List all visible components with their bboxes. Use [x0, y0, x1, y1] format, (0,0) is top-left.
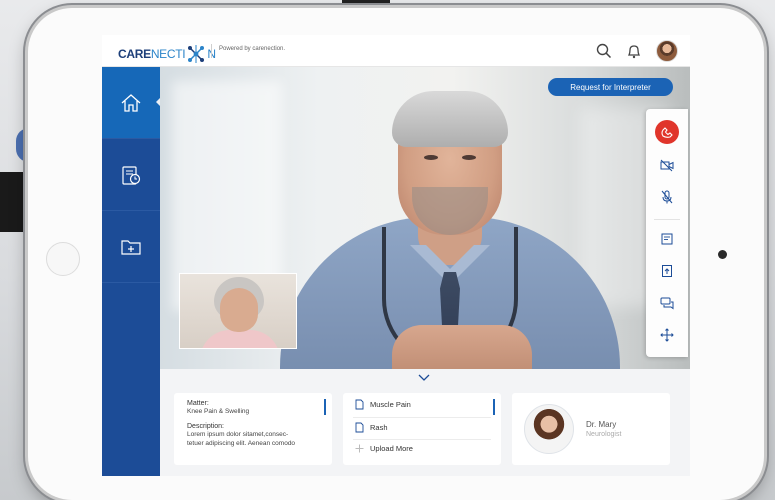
matter-scrollbar[interactable] [324, 399, 326, 415]
end-call-icon [661, 127, 673, 138]
doctor-name: Dr. Mary [586, 420, 617, 429]
chevron-down-icon[interactable] [418, 374, 430, 382]
doctor-left-eye [424, 155, 438, 160]
chat-button[interactable] [655, 291, 679, 315]
user-avatar[interactable] [656, 40, 678, 62]
expand-button[interactable] [655, 323, 679, 347]
plus-icon [355, 444, 364, 453]
folder-add-icon [121, 239, 141, 255]
notes-button[interactable] [655, 227, 679, 251]
documents-panel: Muscle Pain Rash Upload More [343, 393, 501, 465]
sidebar-item-records[interactable] [102, 211, 160, 283]
self-view-video[interactable] [179, 273, 297, 349]
doctor-avatar [524, 404, 574, 454]
document-icon [355, 399, 364, 410]
doctor-right-eye [462, 155, 476, 160]
document-icon [355, 422, 364, 433]
main-video-feed: Request for Interpreter [160, 67, 690, 369]
doctor-hands [392, 325, 532, 369]
sidebar-item-history[interactable] [102, 139, 160, 211]
document-divider [353, 417, 491, 418]
background-dark-strip [342, 0, 390, 8]
app-screen: CARE NECTI N Powered by carenection. [102, 35, 690, 476]
upload-more-label: Upload More [370, 444, 413, 453]
powered-by-text: Powered by carenection. [219, 46, 286, 52]
patient-body [200, 330, 280, 348]
doctor-hair [392, 91, 508, 147]
mic-toggle-button[interactable] [655, 185, 679, 209]
call-controls-panel [646, 109, 688, 357]
sidebar-item-home[interactable] [102, 67, 161, 139]
patient-face [220, 288, 258, 332]
logo-divider [211, 44, 212, 58]
documents-scrollbar[interactable] [493, 399, 495, 415]
mic-off-icon [661, 190, 673, 204]
upload-icon [662, 265, 672, 277]
description-line-1: Lorem ipsum dolor sitamet,consec- [187, 431, 289, 438]
description-line-2: tetuer adipiscing elit. Aenean comodo [187, 440, 296, 447]
header-actions [596, 40, 678, 62]
document-item[interactable]: Rash [355, 422, 388, 433]
search-icon[interactable] [596, 43, 612, 59]
doctor-panel[interactable]: Dr. Mary Neurologist [512, 393, 670, 465]
video-off-icon [660, 159, 674, 172]
controls-divider [654, 219, 680, 220]
sidebar [102, 67, 161, 476]
document-item[interactable]: Muscle Pain [355, 399, 411, 410]
matter-value: Knee Pain & Swelling [187, 408, 250, 415]
doctor-role: Neurologist [586, 431, 622, 438]
top-bar: CARE NECTI N Powered by carenection. [102, 35, 690, 67]
matter-label: Matter: [187, 400, 209, 407]
end-call-button[interactable] [655, 120, 679, 144]
description-label: Description: [187, 423, 224, 430]
app-logo[interactable]: CARE NECTI N [118, 44, 216, 64]
history-icon [122, 165, 141, 185]
logo-molecule-icon [188, 45, 205, 63]
tablet-camera [718, 250, 727, 259]
document-name: Muscle Pain [370, 400, 411, 409]
expand-icon [660, 328, 674, 342]
tablet-home-button [46, 242, 80, 276]
upload-more-button[interactable]: Upload More [355, 444, 413, 453]
bell-icon[interactable] [626, 43, 642, 59]
background-dark-block [0, 172, 30, 232]
home-icon [121, 93, 141, 112]
tablet-device: CARE NECTI N Powered by carenection. [28, 8, 764, 500]
logo-text-care: CARE [118, 47, 151, 61]
chat-icon [660, 297, 674, 310]
upload-button[interactable] [655, 259, 679, 283]
document-name: Rash [370, 423, 388, 432]
notes-icon [661, 233, 673, 245]
request-interpreter-button[interactable]: Request for Interpreter [548, 78, 673, 96]
logo-text-necti: NECTI [150, 47, 186, 61]
video-toggle-button[interactable] [655, 153, 679, 177]
matter-panel: Matter: Knee Pain & Swelling Description… [174, 393, 332, 465]
document-divider [353, 439, 491, 440]
